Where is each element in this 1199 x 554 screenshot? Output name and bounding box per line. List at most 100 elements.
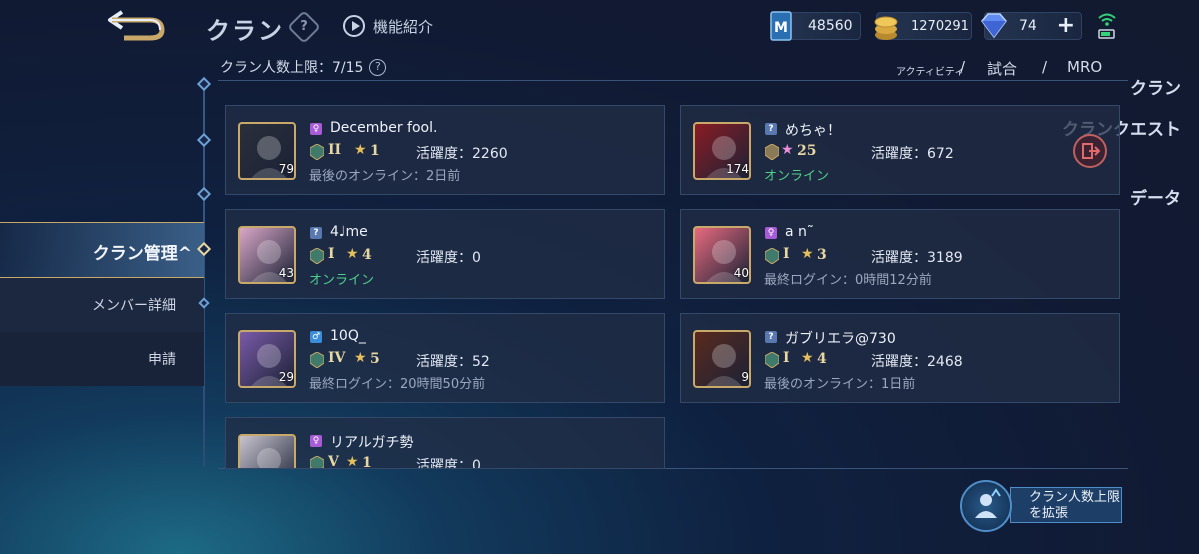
expand-clan-limit-button[interactable]: クラン人数上限を拡張 bbox=[960, 480, 1122, 532]
member-card[interactable]: 43? 4♩me I ★ 4 活躍度：0 オンライン bbox=[225, 209, 665, 299]
gold-value: 1270291 bbox=[911, 18, 969, 34]
member-name: December fool. bbox=[330, 120, 438, 136]
star-icon: ★ bbox=[801, 350, 814, 366]
member-status: 最後のオンライン：2日前 bbox=[309, 169, 461, 184]
member-level: 174 bbox=[726, 162, 749, 176]
member-avatar[interactable]: 79 bbox=[238, 122, 296, 180]
back-button[interactable] bbox=[104, 8, 166, 42]
member-name: 10Q_ bbox=[330, 328, 366, 344]
rank-emblem-icon bbox=[310, 144, 324, 160]
clan-limit-text: クラン人数上限：7/15 bbox=[220, 60, 364, 76]
star-icon: ★ bbox=[781, 142, 794, 158]
member-avatar[interactable] bbox=[238, 434, 296, 468]
member-rank: I bbox=[783, 350, 790, 366]
sidebar-dot bbox=[196, 132, 212, 148]
add-diamond-button[interactable]: + bbox=[1057, 15, 1075, 37]
diamond-value: 74 bbox=[1019, 18, 1037, 34]
member-rank: IV bbox=[328, 350, 346, 366]
member-name: 4♩me bbox=[330, 224, 368, 240]
rank-emblem-icon bbox=[765, 352, 779, 368]
member-activity: 活躍度：52 bbox=[416, 354, 490, 370]
rank-emblem-icon bbox=[765, 248, 779, 264]
star-icon: ★ bbox=[354, 142, 367, 158]
star-icon: ★ bbox=[346, 246, 359, 262]
member-card[interactable]: ♀ リアルガチ勢 V ★ 1 活躍度：0 bbox=[225, 417, 665, 469]
expand-members-icon bbox=[960, 480, 1012, 532]
member-level: 40 bbox=[733, 266, 749, 280]
member-card[interactable]: 29 ♂ 10Q_ IV ★ 5 活躍度：52 最終ログイン：20時間50分前 bbox=[225, 313, 665, 403]
member-status: 最終ログイン：0時間12分前 bbox=[764, 273, 932, 288]
member-rank: V bbox=[328, 454, 339, 469]
sort-separator: / bbox=[960, 58, 966, 76]
member-stars: 4 bbox=[817, 351, 827, 367]
member-level: 29 bbox=[278, 370, 294, 384]
member-status: 最後のオンライン：1日前 bbox=[764, 377, 916, 392]
gender-icon: ? bbox=[310, 227, 322, 239]
sidebar-item-data[interactable]: データ bbox=[1130, 184, 1181, 209]
rank-emblem-icon bbox=[310, 456, 324, 468]
member-avatar[interactable]: 29 bbox=[238, 330, 296, 388]
member-name: a n˜ bbox=[785, 224, 814, 240]
sidebar-sub-applications[interactable]: 申請 bbox=[0, 332, 204, 386]
member-level: 43 bbox=[278, 266, 294, 280]
sidebar-item-label: クラン管理^ bbox=[92, 244, 192, 264]
member-level: 79 bbox=[278, 162, 294, 176]
gender-icon: ? bbox=[765, 123, 777, 135]
member-card[interactable]: 79 ♀ December fool. II ★ 1 活躍度：2260 最後のオンライン：2日… bbox=[225, 105, 665, 195]
member-rank: I bbox=[328, 246, 335, 262]
feature-intro-label: 機能紹介 bbox=[373, 17, 434, 36]
avatar-portrait-icon bbox=[257, 448, 281, 468]
star-icon: ★ bbox=[346, 454, 359, 469]
gold-coin-icon bbox=[874, 16, 898, 40]
member-level: 9 bbox=[741, 370, 749, 384]
gold-counter: 1270291 bbox=[874, 12, 972, 40]
member-activity: 活躍度：3189 bbox=[871, 250, 963, 266]
member-activity: 活躍度：0 bbox=[416, 250, 481, 266]
member-status: オンライン bbox=[309, 273, 375, 288]
m-coin-counter: M 48560 bbox=[770, 11, 861, 41]
member-stars: 4 bbox=[362, 247, 372, 263]
feature-intro-button[interactable]: 機能紹介 bbox=[343, 15, 433, 37]
member-avatar[interactable]: 40 bbox=[693, 226, 751, 284]
member-card[interactable]: 40 ♀ a n˜ I ★ 3 活躍度：3189 最終ログイン：0時間12分前 bbox=[680, 209, 1120, 299]
member-card[interactable]: 9? ガブリエラ@730 I ★ 4 活躍度：2468 最後のオンライン：1日前 bbox=[680, 313, 1120, 403]
page-title: クラン bbox=[206, 17, 284, 45]
gender-icon: ♀ bbox=[765, 227, 777, 239]
gender-icon: ♀ bbox=[310, 123, 322, 135]
sidebar-sub-member-details[interactable]: メンバー詳細 bbox=[0, 278, 204, 332]
rank-emblem-icon bbox=[765, 144, 779, 160]
rank-emblem-icon bbox=[310, 248, 324, 264]
gender-icon: ? bbox=[765, 331, 777, 343]
sidebar-item-clan-management[interactable]: クラン管理^ bbox=[0, 222, 204, 278]
sidebar-dot bbox=[196, 186, 212, 202]
member-card[interactable]: 174? めちゃ！ ★ 25 活躍度：672 オンライン bbox=[680, 105, 1120, 195]
sidebar-dot bbox=[196, 76, 212, 92]
sort-match[interactable]: 試合 bbox=[987, 58, 1017, 79]
member-activity: 活躍度：0 bbox=[416, 458, 481, 469]
sidebar-item-clan[interactable]: クラン bbox=[1130, 74, 1181, 99]
kick-member-button[interactable] bbox=[1073, 134, 1107, 168]
member-avatar[interactable]: 174 bbox=[693, 122, 751, 180]
member-status: 最終ログイン：20時間50分前 bbox=[309, 377, 486, 392]
member-avatar[interactable]: 9 bbox=[693, 330, 751, 388]
member-name: リアルガチ勢 bbox=[330, 435, 414, 451]
member-name: めちゃ！ bbox=[785, 123, 841, 139]
help-icon[interactable]: ? bbox=[287, 10, 321, 44]
clan-limit: クラン人数上限：7/15 ? bbox=[220, 57, 387, 77]
clan-limit-help-icon[interactable]: ? bbox=[369, 58, 387, 76]
top-bar: クラン ? 機能紹介 M 48560 1270291 74 + bbox=[0, 0, 1199, 52]
sort-activity[interactable]: アクティビティ bbox=[896, 63, 964, 78]
member-stars: 1 bbox=[362, 455, 372, 469]
member-stars: 5 bbox=[370, 351, 380, 367]
svg-text:M: M bbox=[774, 20, 788, 36]
diamond-counter: 74 + bbox=[981, 12, 1082, 40]
gender-icon: ♂ bbox=[310, 331, 322, 343]
wifi-battery-icon bbox=[1098, 13, 1116, 39]
member-avatar[interactable]: 43 bbox=[238, 226, 296, 284]
sidebar-sub-label: 申請 bbox=[148, 352, 176, 368]
sidebar-sub-label: メンバー詳細 bbox=[92, 298, 176, 314]
divider bbox=[218, 80, 1128, 81]
member-stars: 25 bbox=[797, 143, 817, 159]
sort-mro[interactable]: MRO bbox=[1067, 58, 1102, 76]
m-coin-icon: M bbox=[770, 11, 792, 41]
